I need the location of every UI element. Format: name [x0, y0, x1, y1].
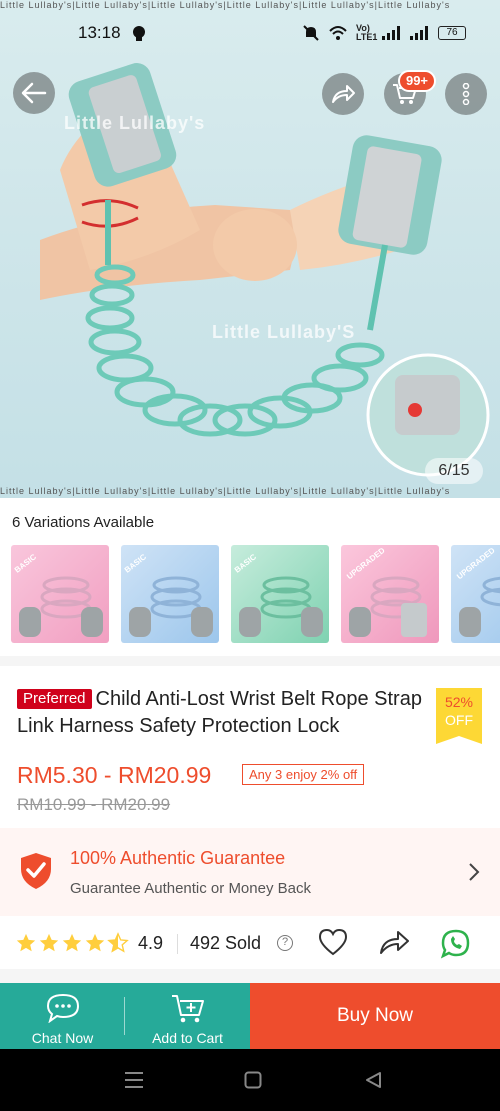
share-icon[interactable]	[378, 928, 410, 956]
notification-icon	[133, 26, 145, 41]
chevron-right-icon	[469, 863, 480, 881]
chat-icon	[46, 993, 79, 1023]
sold-count: 492 Sold	[190, 933, 262, 953]
discount-badge: 52% OFF	[436, 688, 482, 744]
back-triangle-icon[interactable]	[364, 1071, 382, 1089]
promo-tag[interactable]: Any 3 enjoy 2% off	[242, 764, 365, 785]
add-to-cart-button[interactable]: Add to Cart	[125, 983, 250, 1049]
shield-check-icon	[21, 853, 51, 889]
star-icon	[16, 933, 36, 952]
star-icon	[62, 933, 82, 952]
battery-indicator: 76	[438, 26, 466, 40]
original-price: RM10.99 - RM20.99	[17, 795, 171, 814]
whatsapp-icon[interactable]	[440, 928, 472, 960]
preferred-badge: Preferred	[17, 689, 92, 709]
status-time: 13:18	[78, 23, 121, 42]
bottom-action-bar: Chat Now Add to Cart Buy Now	[0, 983, 500, 1049]
variation-thumb[interactable]: BASIC	[11, 545, 109, 643]
arrow-left-icon	[21, 82, 47, 104]
image-pager: 6/15	[425, 458, 483, 484]
border-watermark-top: Little Lullaby's|Little Lullaby's|Little…	[0, 0, 451, 10]
discount-off-label: OFF	[445, 712, 473, 728]
secondary-actions: Chat Now Add to Cart	[0, 983, 250, 1049]
share-button[interactable]	[322, 73, 364, 115]
product-title-block: Preferred Child Anti-Lost Wrist Belt Rope…	[17, 686, 432, 740]
rating-row: 4.9 492 Sold ?	[0, 920, 500, 966]
more-vertical-icon	[462, 83, 470, 105]
star-icon	[85, 933, 105, 952]
variation-image	[19, 576, 103, 637]
star-half-icon	[107, 932, 129, 953]
product-image-carousel[interactable]: Little Lullaby's|Little Lullaby's|Little…	[0, 0, 500, 498]
add-cart-icon	[171, 995, 204, 1023]
chat-now-button[interactable]: Chat Now	[0, 983, 125, 1049]
variation-thumb[interactable]: BASIC	[231, 545, 329, 643]
watermark-text: Little Lullaby'S	[212, 322, 356, 342]
add-to-cart-label: Add to Cart	[152, 1030, 223, 1046]
network-label: Vo) LTE1	[356, 23, 378, 42]
rating-value: 4.9	[138, 933, 164, 953]
section-divider	[0, 969, 500, 983]
authentic-guarantee-banner[interactable]: 100% Authentic Guarantee Guarantee Authe…	[0, 828, 500, 916]
menu-icon[interactable]	[124, 1071, 144, 1089]
heart-icon[interactable]	[318, 928, 348, 956]
chat-now-label: Chat Now	[31, 1030, 94, 1046]
price-range: RM5.30 - RM20.99	[17, 762, 212, 788]
rating-divider	[177, 934, 178, 954]
variation-list: BASIC BASIC BASIC UPGRADED UPGRADED	[11, 545, 500, 643]
variation-image	[129, 576, 213, 637]
guarantee-title: 100% Authentic Guarantee	[70, 848, 286, 868]
guarantee-subtitle: Guarantee Authentic or Money Back	[70, 880, 311, 897]
back-button[interactable]	[13, 72, 55, 114]
wifi-icon	[329, 26, 347, 40]
variation-thumb[interactable]: UPGRADED	[451, 545, 500, 643]
mute-icon	[303, 25, 319, 41]
variation-image	[459, 576, 500, 637]
watermark-text: Little Lullaby's	[64, 113, 206, 133]
product-page: Little Lullaby's|Little Lullaby's|Little…	[0, 0, 500, 1111]
more-options-button[interactable]	[445, 73, 487, 115]
star-icon	[39, 933, 59, 952]
variation-image	[239, 576, 323, 637]
home-icon[interactable]	[244, 1071, 262, 1089]
help-icon[interactable]: ?	[277, 935, 293, 951]
border-watermark-bottom: Little Lullaby's|Little Lullaby's|Little…	[0, 486, 451, 496]
variation-thumb[interactable]: UPGRADED	[341, 545, 439, 643]
star-rating	[15, 932, 129, 954]
system-nav-bar	[0, 1049, 500, 1111]
discount-percent: 52%	[444, 694, 474, 710]
signal-icon	[382, 26, 400, 40]
status-icons: Vo) LTE1 76	[302, 24, 466, 42]
variation-image	[349, 576, 427, 637]
signal-icon	[410, 26, 428, 40]
status-bar: 13:18 Vo) LTE1 76	[0, 18, 500, 48]
section-divider	[0, 656, 500, 666]
variations-title: 6 Variations Available	[12, 514, 155, 531]
buy-now-button[interactable]: Buy Now	[250, 983, 500, 1049]
cart-count-badge: 99+	[398, 70, 436, 92]
share-icon	[332, 85, 355, 103]
variation-thumb[interactable]: BASIC	[121, 545, 219, 643]
